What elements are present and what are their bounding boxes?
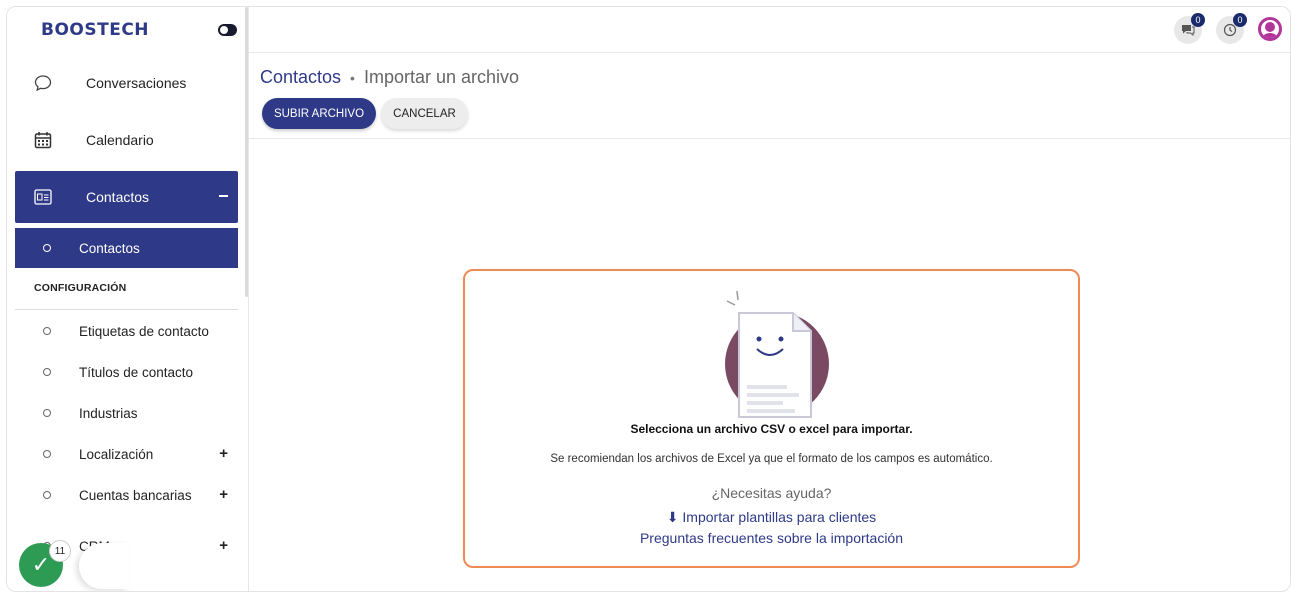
upload-title: Selecciona un archivo CSV o excel para i… <box>630 422 913 436</box>
sidebar-toggle[interactable] <box>218 24 237 36</box>
document-illustration-icon <box>725 290 829 418</box>
header-divider <box>249 138 1290 139</box>
expand-plus-icon[interactable]: + <box>219 445 228 462</box>
upload-file-button[interactable]: SUBIR ARCHIVO <box>262 98 376 129</box>
help-heading: ¿Necesitas ayuda? <box>711 485 832 501</box>
import-templates-link-row: ⬇ Importar plantillas para clientes <box>465 509 1078 526</box>
tasks-count-badge: 11 <box>49 540 71 562</box>
sidebar-item-label: Contactos <box>86 189 150 205</box>
chat-launcher[interactable] <box>79 543 129 589</box>
circle-bullet-icon <box>43 327 51 335</box>
messages-count-badge: 0 <box>1191 13 1205 27</box>
sidebar-item-contactos[interactable]: Contactos <box>15 171 238 223</box>
sidebar-item-label: Conversaciones <box>86 75 187 91</box>
circle-bullet-icon <box>43 244 51 252</box>
sidebar-subitem-label: Etiquetas de contacto <box>79 323 209 339</box>
sidebar-subitem-label: Cuentas bancarias <box>79 487 192 503</box>
top-bar: 0 0 <box>249 7 1290 53</box>
divider <box>15 309 238 310</box>
sidebar: BOOSTECH Conversaciones Calendario Conta… <box>7 7 249 591</box>
breadcrumb-root[interactable]: Contactos <box>260 67 341 88</box>
messages-button[interactable]: 0 <box>1174 13 1205 44</box>
check-icon: ✓ <box>31 552 51 577</box>
collapse-icon[interactable] <box>219 195 228 197</box>
upload-description: Se recomiendan los archivos de Excel ya … <box>550 453 993 465</box>
brand-logo[interactable]: BOOSTECH <box>41 20 149 40</box>
circle-bullet-icon <box>43 409 51 417</box>
sidebar-subitem-label: Contactos <box>79 240 140 256</box>
sidebar-subitem-label: Localización <box>79 446 154 462</box>
sidebar-scrollbar[interactable] <box>245 7 248 297</box>
expand-plus-icon[interactable]: + <box>219 537 228 554</box>
history-button[interactable]: 0 <box>1216 13 1247 44</box>
circle-bullet-icon <box>43 491 51 499</box>
calendar-icon <box>33 130 53 150</box>
sidebar-subitem-industrias[interactable]: Industrias <box>15 393 238 433</box>
contact-card-icon <box>33 187 53 207</box>
sidebar-subitem-cuentas-bancarias[interactable]: Cuentas bancarias + <box>15 475 238 515</box>
expand-plus-icon[interactable]: + <box>219 486 228 503</box>
avatar[interactable] <box>1258 17 1282 41</box>
sidebar-item-calendario[interactable]: Calendario <box>15 114 238 166</box>
sidebar-subitem-contactos[interactable]: Contactos <box>15 228 238 268</box>
breadcrumb: Contactos • Importar un archivo <box>260 67 519 88</box>
sidebar-subitem-etiquetas[interactable]: Etiquetas de contacto <box>15 311 238 351</box>
cancel-button[interactable]: CANCELAR <box>381 98 468 129</box>
sidebar-item-conversaciones[interactable]: Conversaciones <box>15 57 238 109</box>
sidebar-subitem-localizacion[interactable]: Localización + <box>15 434 238 474</box>
app-window: BOOSTECH Conversaciones Calendario Conta… <box>6 6 1291 592</box>
breadcrumb-separator: • <box>350 69 355 86</box>
breadcrumb-current: Importar un archivo <box>363 67 520 87</box>
sidebar-item-label: Calendario <box>86 132 154 148</box>
sidebar-subitem-titulos[interactable]: Títulos de contacto <box>15 352 238 392</box>
import-templates-link[interactable]: ⬇ Importar plantillas para clientes <box>667 509 876 525</box>
circle-bullet-icon <box>43 368 51 376</box>
faq-link[interactable]: Preguntas frecuentes sobre la importació… <box>640 530 903 546</box>
circle-bullet-icon <box>43 450 51 458</box>
sidebar-subitem-label: Títulos de contacto <box>79 364 194 380</box>
upload-dropzone[interactable]: Selecciona un archivo CSV o excel para i… <box>463 269 1080 568</box>
import-templates-link-label: Importar plantillas para clientes <box>682 509 877 525</box>
chat-bubble-icon <box>33 73 53 93</box>
faq-link-row: Preguntas frecuentes sobre la importació… <box>465 530 1078 546</box>
history-count-badge: 0 <box>1233 13 1247 27</box>
sidebar-subitem-label: Industrias <box>79 405 138 421</box>
section-header-configuracion: CONFIGURACIÓN <box>34 282 127 294</box>
download-icon: ⬇ <box>666 509 679 525</box>
